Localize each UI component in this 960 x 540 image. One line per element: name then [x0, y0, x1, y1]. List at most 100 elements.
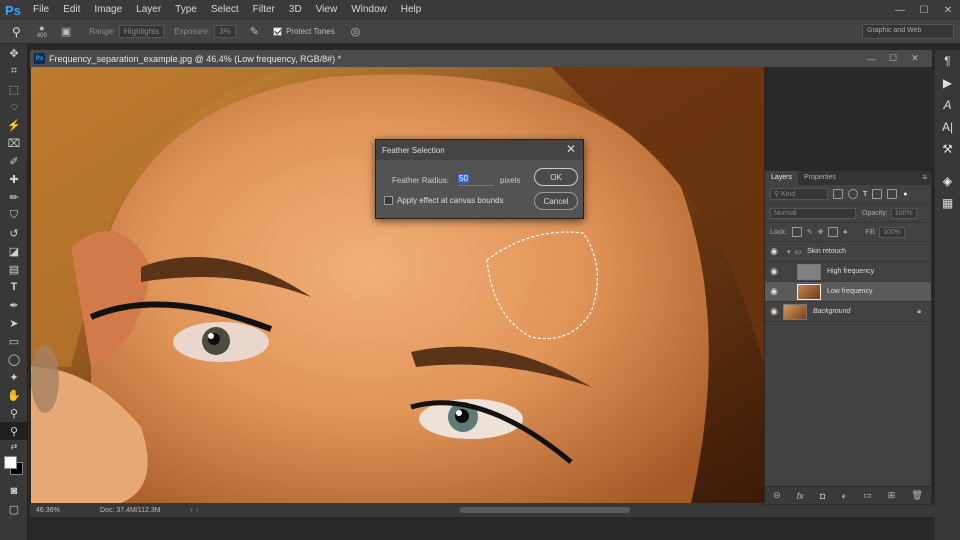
opacity-input[interactable]: 100% [890, 207, 917, 219]
layer-group-skin-retouch[interactable]: ◉ ▾ ▭ Skin retouch [765, 242, 931, 262]
dodge-tool-icon[interactable]: ⚲ [12, 25, 21, 39]
new-layer-icon[interactable]: ⊞ [888, 490, 896, 501]
delete-layer-icon[interactable]: 🗑︎ [911, 490, 922, 501]
menu-help[interactable]: Help [394, 0, 429, 20]
pressure-icon[interactable]: ◎ [351, 25, 361, 38]
foreground-color[interactable] [4, 456, 17, 469]
brush-panel-icon[interactable]: ▣ [61, 25, 71, 38]
range-select[interactable]: Highlights [119, 25, 165, 38]
lock-artboard-icon[interactable] [828, 227, 839, 237]
lock-position-icon[interactable]: ✥ [818, 228, 824, 236]
adjustments-panel-icon[interactable]: ▦ [935, 192, 960, 214]
document-tab[interactable]: Ps Frequency_separation_example.jpg @ 46… [30, 50, 932, 67]
ellipse-tool-icon[interactable]: ◯ [0, 350, 28, 368]
actions-panel-icon[interactable]: ▶ [935, 72, 960, 94]
horizontal-scrollbar[interactable] [460, 507, 630, 513]
adjustment-filter-icon[interactable] [848, 189, 858, 199]
history-brush-tool-icon[interactable]: ↺ [0, 224, 28, 242]
character-panel-icon[interactable]: A [935, 94, 960, 116]
filter-toggle-icon[interactable]: ● [903, 191, 907, 198]
panel-menu-icon[interactable]: ≡ [922, 173, 927, 182]
doc-minimize-button[interactable]: — [860, 50, 882, 67]
zoom-level[interactable]: 46.36% [30, 507, 100, 514]
menu-3d[interactable]: 3D [282, 0, 309, 20]
tools-preset-icon[interactable]: ⚒ [935, 138, 960, 160]
airbrush-icon[interactable]: ✎ [250, 25, 259, 38]
zoom-tool-icon[interactable]: ⚲ [0, 404, 28, 422]
apply-canvas-bounds-checkbox[interactable]: Apply effect at canvas bounds [384, 196, 504, 205]
layer-style-icon[interactable]: fx [797, 491, 804, 501]
marquee-tool-icon[interactable]: ⬚ [0, 80, 28, 98]
brush-preset-picker[interactable]: ● 400 [37, 23, 47, 40]
kind-filter-select[interactable]: ⚲ Kind [770, 188, 828, 200]
layer-background[interactable]: ◉ Background 🔒︎ [765, 302, 931, 322]
crop-tool-icon[interactable]: ⌧ [0, 134, 28, 152]
menu-view[interactable]: View [309, 0, 345, 20]
glyphs-panel-icon[interactable]: A| [935, 116, 960, 138]
range-control[interactable]: Range: Highlights [89, 25, 165, 38]
dodge-tool-icon-active[interactable]: ⚲ [0, 422, 28, 440]
lock-pixels-icon[interactable]: ✎ [807, 228, 813, 236]
lasso-tool-icon[interactable]: ◌ [0, 98, 28, 116]
dialog-close-icon[interactable]: ✕ [566, 142, 576, 156]
layers-panel-icon[interactable]: ◈ [935, 170, 960, 192]
rectangle-tool-icon[interactable]: ▭ [0, 332, 28, 350]
visibility-eye-icon[interactable]: ◉ [765, 246, 783, 257]
status-menu-arrow-icon[interactable]: › ‹ [190, 507, 220, 514]
layer-high-frequency[interactable]: ◉ High frequency [765, 262, 931, 282]
add-mask-icon[interactable]: ◘ [820, 491, 825, 501]
eraser-tool-icon[interactable]: ◪ [0, 242, 28, 260]
quick-select-tool-icon[interactable]: ⚡ [0, 116, 28, 134]
close-button[interactable]: ✕ [936, 0, 960, 20]
type-filter-icon[interactable]: T [863, 191, 867, 198]
visibility-eye-icon[interactable]: ◉ [765, 266, 783, 277]
menu-file[interactable]: File [26, 0, 56, 20]
pen-tool-icon[interactable]: ✒ [0, 296, 28, 314]
maximize-button[interactable]: ☐ [912, 0, 936, 20]
lock-all-icon[interactable]: 🔒︎ [843, 228, 847, 236]
menu-window[interactable]: Window [344, 0, 394, 20]
path-select-tool-icon[interactable]: ➤ [0, 314, 28, 332]
shape-filter-icon[interactable] [872, 189, 883, 199]
screen-mode-icon[interactable]: ▢ [0, 500, 28, 518]
exposure-input[interactable]: 3% [214, 25, 236, 38]
layer-low-frequency[interactable]: ◉ Low frequency [765, 282, 931, 302]
quick-mask-icon[interactable]: ◙ [0, 482, 28, 500]
smart-object-filter-icon[interactable] [887, 189, 898, 199]
visibility-eye-icon[interactable]: ◉ [765, 306, 783, 317]
color-swatches[interactable] [0, 452, 28, 482]
tab-properties[interactable]: Properties [798, 171, 842, 185]
doc-close-button[interactable]: ✕ [904, 50, 926, 67]
healing-brush-tool-icon[interactable]: ✚ [0, 170, 28, 188]
menu-image[interactable]: Image [87, 0, 129, 20]
tab-layers[interactable]: Layers [765, 171, 799, 185]
protect-tones-checkbox[interactable]: Protect Tones [272, 27, 335, 36]
menu-select[interactable]: Select [204, 0, 246, 20]
workspace-select[interactable]: Graphic and Web [862, 24, 954, 39]
custom-shape-tool-icon[interactable]: ✦ [0, 368, 28, 386]
menu-type[interactable]: Type [168, 0, 204, 20]
doc-restore-button[interactable]: ☐ [882, 50, 904, 67]
adjustment-layer-icon[interactable]: ◐ [841, 491, 846, 501]
hand-tool-icon[interactable]: ✋ [0, 386, 28, 404]
fill-input[interactable]: 100% [879, 226, 906, 238]
new-group-icon[interactable]: ▭ [863, 490, 872, 501]
lock-transparent-icon[interactable] [791, 227, 802, 237]
gradient-tool-icon[interactable]: ▤ [0, 260, 28, 278]
stamp-tool-icon[interactable]: ⛉ [0, 206, 28, 224]
dialog-title-bar[interactable]: Feather Selection ✕ [376, 140, 583, 160]
swap-colors-icon[interactable]: ⇄ [0, 440, 28, 452]
visibility-eye-icon[interactable]: ◉ [765, 286, 783, 297]
menu-edit[interactable]: Edit [56, 0, 87, 20]
move-tool-icon[interactable]: ✥ [0, 44, 28, 62]
document-canvas[interactable] [31, 67, 764, 503]
ok-button[interactable]: OK [534, 168, 578, 186]
blend-mode-select[interactable]: Normal [770, 207, 856, 219]
menu-layer[interactable]: Layer [129, 0, 168, 20]
brush-tool-icon[interactable]: ✏ [0, 188, 28, 206]
minimize-button[interactable]: — [888, 0, 912, 20]
type-tool-icon[interactable]: T [0, 278, 28, 296]
exposure-control[interactable]: Exposure: 3% [174, 25, 236, 38]
group-expand-icon[interactable]: ▾ [787, 248, 791, 256]
artboard-tool-icon[interactable]: ⌗ [0, 62, 28, 80]
